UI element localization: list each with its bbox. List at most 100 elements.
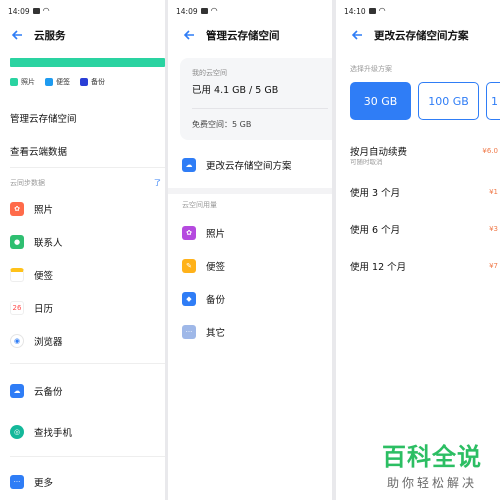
- status-time: 14:10: [344, 6, 366, 16]
- option-label: 使用 3 个月: [350, 187, 401, 199]
- watermark-subtitle: 助你轻松解决: [386, 476, 477, 490]
- site-watermark: 百科全说 助你轻松解决: [372, 437, 492, 491]
- cloud-service-screen: 14:09 ◠ 云服务 照片 便签 备份 管理云存储空间 查看云端数据 云同步数…: [0, 0, 165, 500]
- status-bar: 14:09 ◠: [0, 0, 165, 22]
- storage-usage-bar: [10, 58, 165, 67]
- sync-section-header: 云同步数据 了: [0, 174, 165, 192]
- app-bar: 管理云存储空间: [168, 22, 332, 48]
- used-space-text: 已用 4.1 GB / 5 GB: [192, 85, 279, 96]
- status-bar: 14:09 ◠: [168, 0, 332, 22]
- photos-icon: ✿: [182, 225, 196, 240]
- page-title: 管理云存储空间: [206, 29, 280, 42]
- browser-icon: ◉: [10, 333, 24, 348]
- status-time: 14:09: [8, 6, 30, 16]
- plan-tile-30gb[interactable]: 30 GB: [350, 82, 411, 120]
- sync-item-photos[interactable]: ✿ 照片: [0, 192, 165, 225]
- item-label: 更多: [34, 477, 54, 489]
- plan-tile-next[interactable]: 1: [486, 82, 500, 120]
- notification-icon: [32, 8, 40, 14]
- status-bar: 14:10 ◠: [336, 0, 500, 22]
- view-cloud-data-row[interactable]: 查看云端数据: [0, 134, 165, 167]
- watermark-title: 百科全说: [382, 443, 482, 471]
- usage-item-notes[interactable]: ✎ 便签: [168, 249, 332, 282]
- item-label: 其它: [206, 327, 226, 339]
- app-bar: 更改云存储空间方案: [336, 22, 500, 48]
- usage-item-backup[interactable]: ◆ 备份: [168, 282, 332, 315]
- back-arrow-icon[interactable]: [182, 28, 196, 42]
- option-price: ¥7: [489, 261, 498, 270]
- divider: [192, 108, 328, 109]
- change-plan-row[interactable]: ☁ 更改云存储空间方案: [168, 150, 332, 180]
- notes-icon: [10, 267, 24, 282]
- option-price: ¥3: [489, 224, 498, 233]
- storage-legend: 照片 便签 备份: [10, 77, 165, 87]
- sync-item-calendar[interactable]: 26 日历: [0, 291, 165, 324]
- section-aside[interactable]: 了: [154, 178, 161, 188]
- app-bar: 云服务: [0, 22, 165, 48]
- item-label: 便签: [206, 261, 226, 273]
- option-price: ¥6.0: [482, 146, 498, 155]
- change-plan-screen: 14:10 ◠ 更改云存储空间方案 选择升级方案 30 GB 100 GB 1 …: [336, 0, 500, 500]
- more-row[interactable]: ··· 更多: [0, 465, 165, 498]
- plan-tile-100gb[interactable]: 100 GB: [418, 82, 479, 120]
- my-space-label: 我的云空间: [192, 69, 227, 77]
- sync-item-contacts[interactable]: ● 联系人: [0, 225, 165, 258]
- item-label: 联系人: [34, 237, 63, 249]
- wifi-icon: ◠: [378, 6, 386, 15]
- option-label: 使用 12 个月: [350, 261, 407, 273]
- storage-card: 我的云空间 已用 4.1 GB / 5 GB 空 免费空间：5 GB: [180, 58, 332, 140]
- usage-section-header: 云空间用量: [182, 201, 217, 209]
- item-label: 便签: [34, 270, 54, 282]
- usage-item-photos[interactable]: ✿ 照片: [168, 216, 332, 249]
- wifi-icon: ◠: [210, 6, 218, 15]
- backup-icon: ◆: [182, 291, 196, 306]
- back-arrow-icon[interactable]: [350, 28, 364, 42]
- find-phone-icon: ◎: [10, 424, 24, 439]
- item-label: 照片: [206, 228, 226, 240]
- free-space-text: 免费空间：5 GB: [192, 120, 252, 129]
- item-label: 照片: [34, 204, 54, 216]
- legend-swatch-icon: [80, 78, 88, 86]
- legend-label: 照片: [21, 78, 35, 86]
- legend-swatch-icon: [45, 78, 53, 86]
- notes-icon: ✎: [182, 258, 196, 273]
- contacts-icon: ●: [10, 234, 24, 249]
- item-label: 浏览器: [34, 336, 63, 348]
- item-label: 云备份: [34, 386, 63, 398]
- option-monthly[interactable]: 按月自动续费 ¥6.0 可随时取消: [336, 132, 500, 169]
- cloud-backup-row[interactable]: ☁ 云备份: [0, 374, 165, 407]
- cloud-backup-icon: ☁: [10, 383, 24, 398]
- page-title: 云服务: [34, 29, 66, 42]
- plan-tiles: 30 GB 100 GB 1: [336, 82, 500, 120]
- section-title: 云同步数据: [10, 179, 45, 187]
- option-price: ¥1: [489, 187, 498, 196]
- sync-item-notes[interactable]: 便签: [0, 258, 165, 291]
- sync-item-browser[interactable]: ◉ 浏览器: [0, 324, 165, 357]
- manage-storage-screen: 14:09 ◠ 管理云存储空间 我的云空间 已用 4.1 GB / 5 GB 空…: [168, 0, 332, 500]
- wifi-icon: ◠: [42, 6, 50, 15]
- item-label: 更改云存储空间方案: [206, 161, 292, 172]
- notification-icon: [368, 8, 376, 14]
- option-12-months[interactable]: 使用 12 个月 ¥7: [336, 247, 500, 284]
- item-label: 查找手机: [34, 427, 73, 439]
- calendar-icon: 26: [10, 300, 24, 315]
- other-icon: ···: [182, 324, 196, 339]
- usage-item-other[interactable]: ··· 其它: [168, 315, 332, 348]
- find-phone-row[interactable]: ◎ 查找手机: [0, 415, 165, 448]
- option-sub: 可随时取消: [350, 158, 383, 166]
- item-label: 备份: [206, 294, 226, 306]
- photos-icon: ✿: [10, 201, 24, 216]
- option-6-months[interactable]: 使用 6 个月 ¥3: [336, 210, 500, 247]
- legend-label: 便签: [56, 78, 70, 86]
- option-3-months[interactable]: 使用 3 个月 ¥1: [336, 173, 500, 210]
- legend-swatch-icon: [10, 78, 18, 86]
- page-title: 更改云存储空间方案: [374, 29, 469, 42]
- notification-icon: [200, 8, 208, 14]
- item-label: 日历: [34, 303, 54, 315]
- choose-plan-label: 选择升级方案: [350, 65, 392, 73]
- back-arrow-icon[interactable]: [10, 28, 24, 42]
- cloud-icon: ☁: [182, 158, 196, 172]
- option-label: 使用 6 个月: [350, 224, 401, 236]
- status-time: 14:09: [176, 6, 198, 16]
- manage-storage-row[interactable]: 管理云存储空间: [0, 101, 165, 134]
